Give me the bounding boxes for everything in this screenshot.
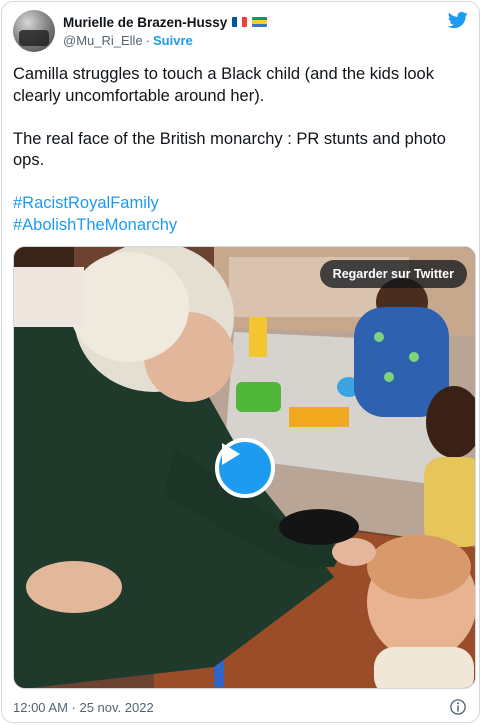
tweet-text-line-2: The real face of the British monarchy : … (13, 129, 446, 170)
tweet-footer: 12:00 AM · 25 nov. 2022 (13, 698, 469, 718)
tweet-timestamp[interactable]: 12:00 AM · 25 nov. 2022 (13, 700, 154, 715)
info-icon[interactable] (449, 698, 467, 716)
author-handle-row: @Mu_Ri_Elle · Suivre (63, 33, 193, 48)
hashtag-link[interactable]: #RacistRoyalFamily (13, 193, 463, 215)
tweet-header: Murielle de Brazen-Hussy @Mu_Ri_Elle · S… (13, 10, 469, 54)
gabon-flag-icon (252, 17, 268, 27)
play-button[interactable] (215, 438, 275, 498)
hashtag-link[interactable]: #AbolishTheMonarchy (13, 215, 463, 237)
author-display-name[interactable]: Murielle de Brazen-Hussy (63, 15, 227, 30)
avatar[interactable] (13, 10, 55, 52)
author-name-row: Murielle de Brazen-Hussy (63, 13, 268, 31)
tweet-card: Murielle de Brazen-Hussy @Mu_Ri_Elle · S… (1, 1, 480, 723)
follow-button[interactable]: Suivre (153, 33, 193, 48)
tweet-text: Camilla struggles to touch a Black child… (13, 64, 463, 236)
tweet-text-line-1: Camilla struggles to touch a Black child… (13, 65, 434, 105)
handle-separator: · (145, 33, 151, 48)
twitter-bird-icon[interactable] (447, 10, 469, 30)
watch-on-twitter-button[interactable]: Regarder sur Twitter (319, 260, 467, 288)
author-handle[interactable]: @Mu_Ri_Elle (63, 33, 143, 48)
video-player[interactable]: Regarder sur Twitter (13, 246, 476, 689)
france-flag-icon (232, 17, 248, 27)
play-icon (222, 443, 240, 465)
